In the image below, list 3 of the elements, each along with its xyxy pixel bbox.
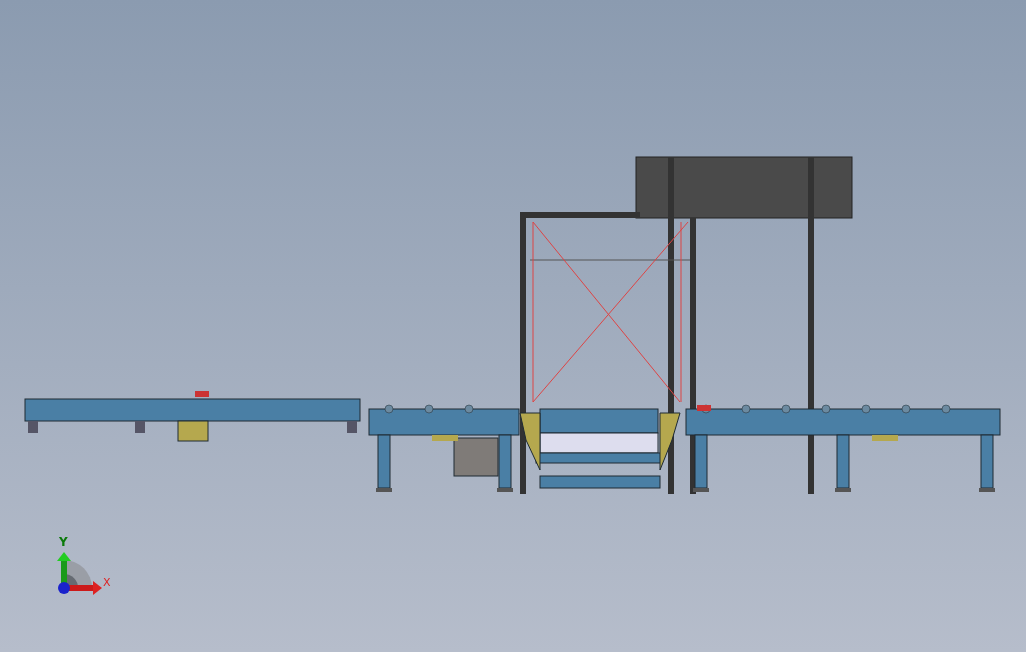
axis-triad-drawing [57, 552, 102, 595]
x-axis-label: X [103, 576, 111, 589]
y-axis-label: Y [59, 535, 68, 549]
